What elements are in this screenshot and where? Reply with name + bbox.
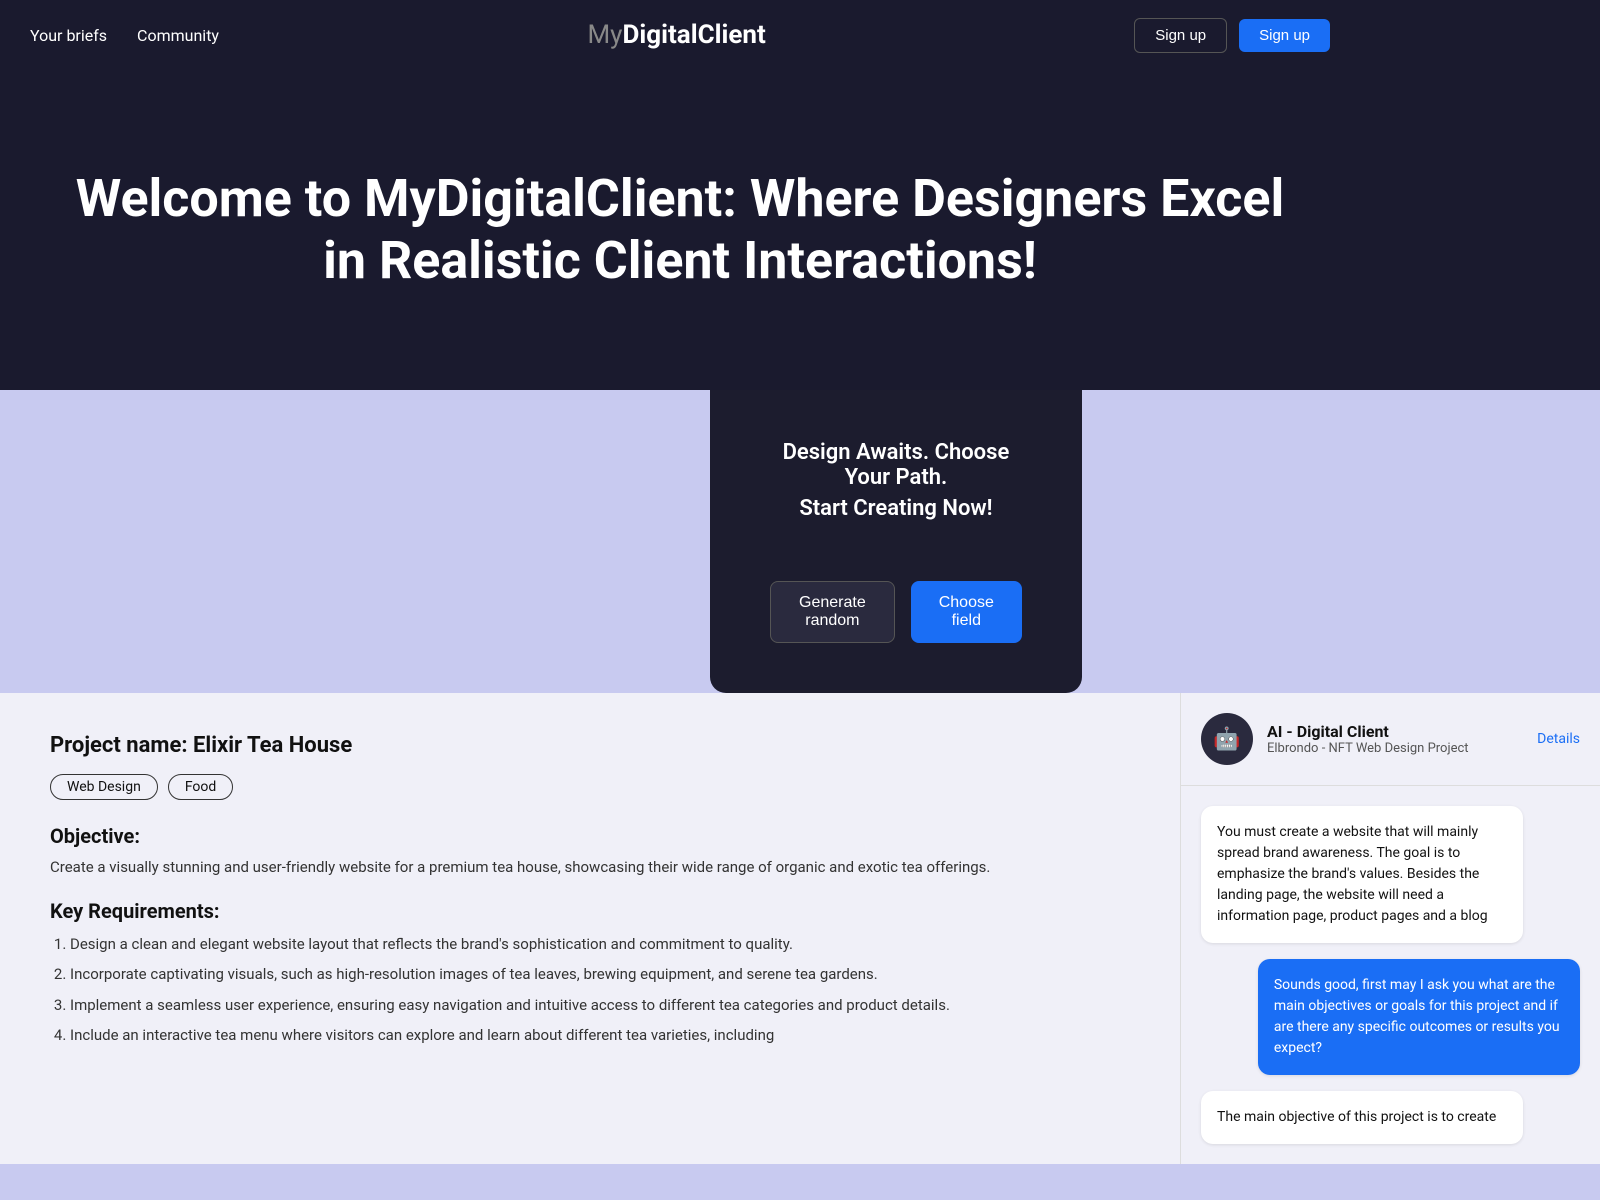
chat-area: You must create a website that will main…: [1181, 786, 1600, 1164]
hero-content: Welcome to MyDigitalClient: Where Design…: [0, 70, 1360, 390]
chat-message-2: Sounds good, first may I ask you what ar…: [1258, 959, 1580, 1075]
ai-header: 🤖 AI - Digital Client Elbrondo - NFT Web…: [1181, 693, 1600, 786]
chat-message-1: You must create a website that will main…: [1201, 806, 1523, 943]
logo-digital-client: DigitalClient: [622, 20, 765, 50]
requirement-item-4: Include an interactive tea menu where vi…: [70, 1024, 1130, 1047]
bottom-section: Project name: Elixir Tea House Web Desig…: [0, 693, 1600, 1164]
project-name: Project name: Elixir Tea House: [50, 733, 1130, 758]
ai-info: AI - Digital Client Elbrondo - NFT Web D…: [1267, 722, 1523, 756]
chat-message-3: The main objective of this project is to…: [1201, 1091, 1523, 1144]
navbar-center: MyDigitalClient: [219, 20, 1134, 50]
logo-my: My: [587, 20, 622, 50]
navbar-left: Your briefs Community: [30, 26, 219, 45]
page-wrapper: Your briefs Community MyDigitalClient Si…: [0, 0, 1600, 1164]
navbar-right: Sign up Sign up: [1134, 18, 1330, 53]
requirements-list: Design a clean and elegant website layou…: [50, 933, 1130, 1047]
choose-field-button[interactable]: Choose field: [911, 581, 1022, 643]
key-requirements-title: Key Requirements:: [50, 899, 1130, 923]
right-dark-column: [1360, 0, 1600, 390]
project-tags: Web Design Food: [50, 774, 1130, 800]
signup-filled-button[interactable]: Sign up: [1239, 19, 1330, 52]
design-awaits-subtitle: Start Creating Now!: [770, 496, 1022, 521]
top-bar: Your briefs Community MyDigitalClient Si…: [0, 0, 1600, 390]
ai-panel: 🤖 AI - Digital Client Elbrondo - NFT Web…: [1180, 693, 1600, 1164]
ai-avatar-icon: 🤖: [1213, 727, 1240, 752]
objective-text: Create a visually stunning and user-frie…: [50, 856, 1130, 879]
hero-title: Welcome to MyDigitalClient: Where Design…: [60, 168, 1300, 293]
middle-left-spacer: [0, 390, 355, 693]
middle-band: Design Awaits. Choose Your Path. Start C…: [0, 390, 1600, 693]
tag-web-design: Web Design: [50, 774, 158, 800]
design-awaits-title: Design Awaits. Choose Your Path.: [770, 440, 1022, 490]
signup-outline-button[interactable]: Sign up: [1134, 18, 1227, 53]
middle-right-spacer: [1437, 390, 1600, 693]
design-center-box: Design Awaits. Choose Your Path. Start C…: [710, 390, 1082, 693]
project-panel: Project name: Elixir Tea House Web Desig…: [0, 693, 1180, 1164]
logo: MyDigitalClient: [587, 20, 765, 50]
navbar: Your briefs Community MyDigitalClient Si…: [0, 0, 1360, 70]
hero-dark-panel: Your briefs Community MyDigitalClient Si…: [0, 0, 1360, 390]
design-buttons: Generate random Choose field: [770, 581, 1022, 643]
requirement-item-3: Implement a seamless user experience, en…: [70, 994, 1130, 1017]
requirement-item-2: Incorporate captivating visuals, such as…: [70, 963, 1130, 986]
generate-random-button[interactable]: Generate random: [770, 581, 895, 643]
details-link[interactable]: Details: [1537, 731, 1580, 747]
community-link[interactable]: Community: [137, 26, 219, 45]
ai-avatar: 🤖: [1201, 713, 1253, 765]
objective-title: Objective:: [50, 824, 1130, 848]
ai-name: AI - Digital Client: [1267, 722, 1523, 741]
requirement-item-1: Design a clean and elegant website layou…: [70, 933, 1130, 956]
your-briefs-link[interactable]: Your briefs: [30, 26, 107, 45]
ai-project: Elbrondo - NFT Web Design Project: [1267, 741, 1523, 756]
tag-food: Food: [168, 774, 233, 800]
